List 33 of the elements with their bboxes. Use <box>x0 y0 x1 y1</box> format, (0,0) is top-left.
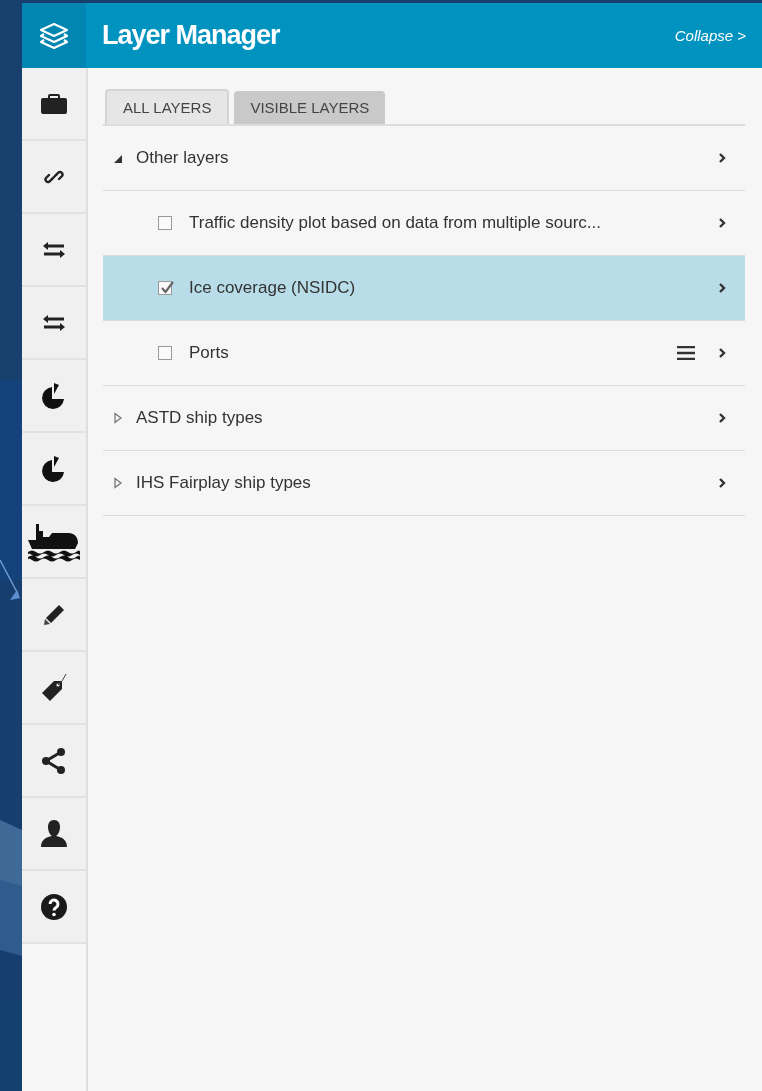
briefcase-icon <box>41 93 67 114</box>
chevron-right-icon[interactable] <box>717 281 727 295</box>
help-icon <box>41 893 67 920</box>
swap-arrows-icon <box>42 313 66 332</box>
chevron-right-icon[interactable] <box>717 151 727 165</box>
chevron-right-icon[interactable] <box>717 346 727 360</box>
checkbox[interactable] <box>158 346 172 360</box>
chevron-right-icon[interactable] <box>717 216 727 230</box>
layer-label[interactable]: ASTD ship types <box>136 408 717 428</box>
expand-triangle-icon[interactable] <box>113 477 123 489</box>
pie-chart-icon <box>41 453 67 484</box>
layer-label[interactable]: Other layers <box>136 148 717 168</box>
layer-label[interactable]: IHS Fairplay ship types <box>136 473 717 493</box>
menu-icon[interactable] <box>677 346 695 360</box>
chevron-right-icon[interactable] <box>717 476 727 490</box>
chevron-right-icon[interactable] <box>717 411 727 425</box>
expand-triangle-icon[interactable] <box>113 412 123 424</box>
checkbox[interactable] <box>158 216 172 230</box>
layer-label[interactable]: Ports <box>189 343 677 363</box>
swap-arrows-icon <box>42 240 66 259</box>
tab[interactable]: VISIBLE LAYERS <box>234 91 386 124</box>
checkbox[interactable] <box>158 281 172 295</box>
tab[interactable]: ALL LAYERS <box>105 89 230 124</box>
ship-icon <box>28 521 80 562</box>
collapse-link[interactable]: Collapse > <box>674 27 746 44</box>
pencil-icon <box>43 603 65 626</box>
person-icon <box>40 819 68 848</box>
tag-icon <box>40 672 68 703</box>
layers-icon[interactable] <box>39 21 69 50</box>
layer-label[interactable]: Traffic density plot based on data from multiple sourc... <box>189 213 717 233</box>
panel-title: Layer Manager <box>102 20 281 51</box>
pie-chart-icon <box>41 380 67 411</box>
share-icon <box>41 746 67 775</box>
